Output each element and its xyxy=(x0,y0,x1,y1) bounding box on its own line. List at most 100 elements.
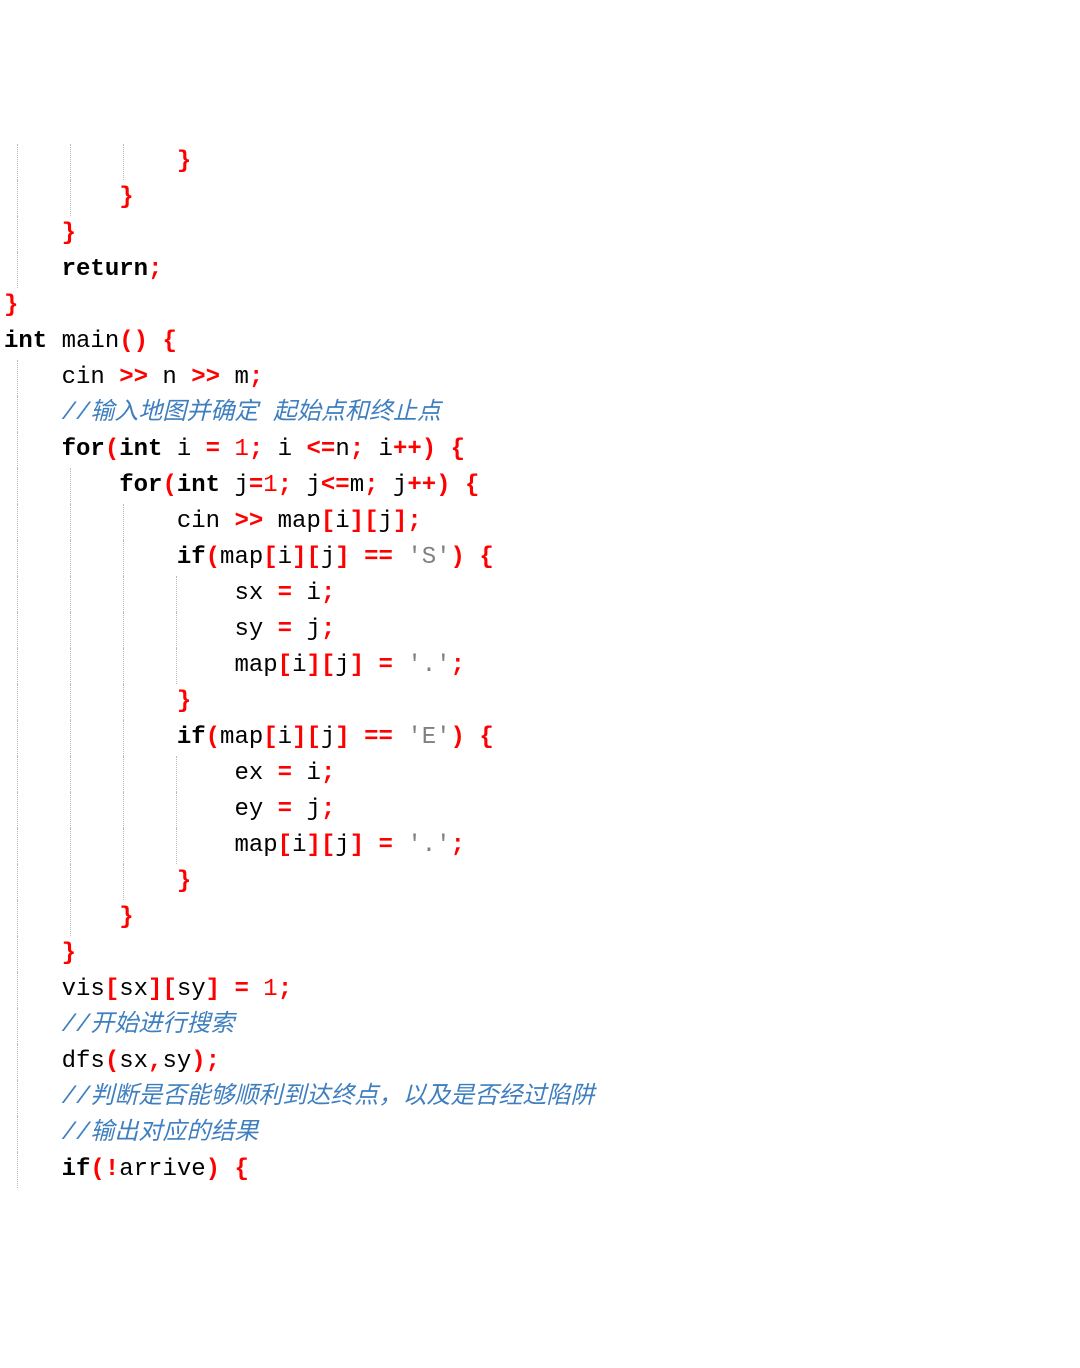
token-br: ] xyxy=(335,724,349,751)
token-op: ; xyxy=(321,580,335,607)
token-id: map xyxy=(234,832,277,859)
token-str: 'S' xyxy=(407,544,450,571)
token-id xyxy=(465,544,479,571)
token-id: arrive xyxy=(119,1156,205,1183)
token-id: ey xyxy=(234,796,277,823)
token-id: m xyxy=(220,364,249,391)
indent xyxy=(4,148,177,175)
token-op: ; xyxy=(407,508,421,535)
token-op: ++ xyxy=(393,436,422,463)
token-br: [ xyxy=(278,652,292,679)
token-id: sx xyxy=(234,580,277,607)
token-br: ) xyxy=(436,472,450,499)
token-id: cin xyxy=(177,508,235,535)
token-id xyxy=(465,724,479,751)
code-line: sy = j; xyxy=(4,612,1076,648)
token-br: ( xyxy=(105,436,119,463)
token-id: sy xyxy=(162,1048,191,1075)
token-id xyxy=(350,544,364,571)
token-id: i xyxy=(292,760,321,787)
indent xyxy=(4,904,119,931)
token-br: ) xyxy=(191,1048,205,1075)
token-br: ][ xyxy=(306,652,335,679)
code-line: } xyxy=(4,180,1076,216)
token-id: j xyxy=(292,616,321,643)
code-line: return; xyxy=(4,252,1076,288)
token-op: = xyxy=(278,580,292,607)
indent xyxy=(4,760,234,787)
indent xyxy=(4,1156,62,1183)
indent xyxy=(4,1120,62,1147)
code-line: for(int j=1; j<=m; j++) { xyxy=(4,468,1076,504)
code-line: } xyxy=(4,144,1076,180)
code-line: //输入地图并确定 起始点和终止点 xyxy=(4,396,1076,432)
code-block: } } } return;}int main() { cin >> n >> m… xyxy=(0,144,1080,1188)
token-op: ; xyxy=(451,832,465,859)
token-id: cin xyxy=(62,364,120,391)
token-op: ; xyxy=(206,1048,220,1075)
indent xyxy=(4,652,234,679)
code-line: } xyxy=(4,864,1076,900)
token-kw: return xyxy=(62,256,148,283)
token-br: [ xyxy=(263,724,277,751)
token-br: ][ xyxy=(292,724,321,751)
token-op: ++ xyxy=(407,472,436,499)
code-line: vis[sx][sy] = 1; xyxy=(4,972,1076,1008)
token-br: [ xyxy=(105,976,119,1003)
token-kw: for xyxy=(119,472,162,499)
token-br: } xyxy=(62,940,76,967)
token-op: = xyxy=(278,796,292,823)
token-id: n xyxy=(148,364,191,391)
token-br: ] xyxy=(393,508,407,535)
token-id: j xyxy=(335,652,349,679)
indent xyxy=(4,616,234,643)
token-op: ; xyxy=(321,796,335,823)
token-op: >> xyxy=(119,364,148,391)
token-id xyxy=(393,544,407,571)
token-op: ; xyxy=(148,256,162,283)
token-id: map xyxy=(220,544,263,571)
token-br: { xyxy=(465,472,479,499)
token-id: i xyxy=(177,436,206,463)
indent xyxy=(4,472,119,499)
token-br: ( xyxy=(206,544,220,571)
indent xyxy=(4,580,234,607)
token-id: map xyxy=(263,508,321,535)
indent xyxy=(4,508,177,535)
code-line: if(!arrive) { xyxy=(4,1152,1076,1188)
token-op: <= xyxy=(307,436,336,463)
code-line: for(int i = 1; i <=n; i++) { xyxy=(4,432,1076,468)
indent xyxy=(4,364,62,391)
token-id: map xyxy=(234,652,277,679)
token-br: ][ xyxy=(306,832,335,859)
token-br: [ xyxy=(263,544,277,571)
token-id: i xyxy=(292,580,321,607)
token-id: m xyxy=(350,472,364,499)
token-br: ) xyxy=(206,1156,220,1183)
token-op: ; xyxy=(249,364,263,391)
code-line: cin >> n >> m; xyxy=(4,360,1076,396)
token-op: ; xyxy=(350,436,364,463)
token-op: = xyxy=(379,652,393,679)
token-op: = xyxy=(234,976,248,1003)
token-br: ( xyxy=(162,472,176,499)
token-num: 1 xyxy=(263,472,277,499)
token-id: n xyxy=(335,436,349,463)
token-id: i xyxy=(364,436,393,463)
token-id: j xyxy=(335,832,349,859)
token-kw: if xyxy=(62,1156,91,1183)
token-br: [ xyxy=(278,832,292,859)
token-op: = xyxy=(278,616,292,643)
indent xyxy=(4,184,119,211)
code-line: //输出对应的结果 xyxy=(4,1116,1076,1152)
token-br: } xyxy=(177,148,191,175)
token-op: == xyxy=(364,724,393,751)
token-op: == xyxy=(364,544,393,571)
token-id xyxy=(148,328,162,355)
indent xyxy=(4,220,62,247)
token-br: } xyxy=(62,220,76,247)
token-id: sx xyxy=(119,1048,148,1075)
token-br: ) xyxy=(451,544,465,571)
indent xyxy=(4,400,62,427)
code-line: } xyxy=(4,684,1076,720)
